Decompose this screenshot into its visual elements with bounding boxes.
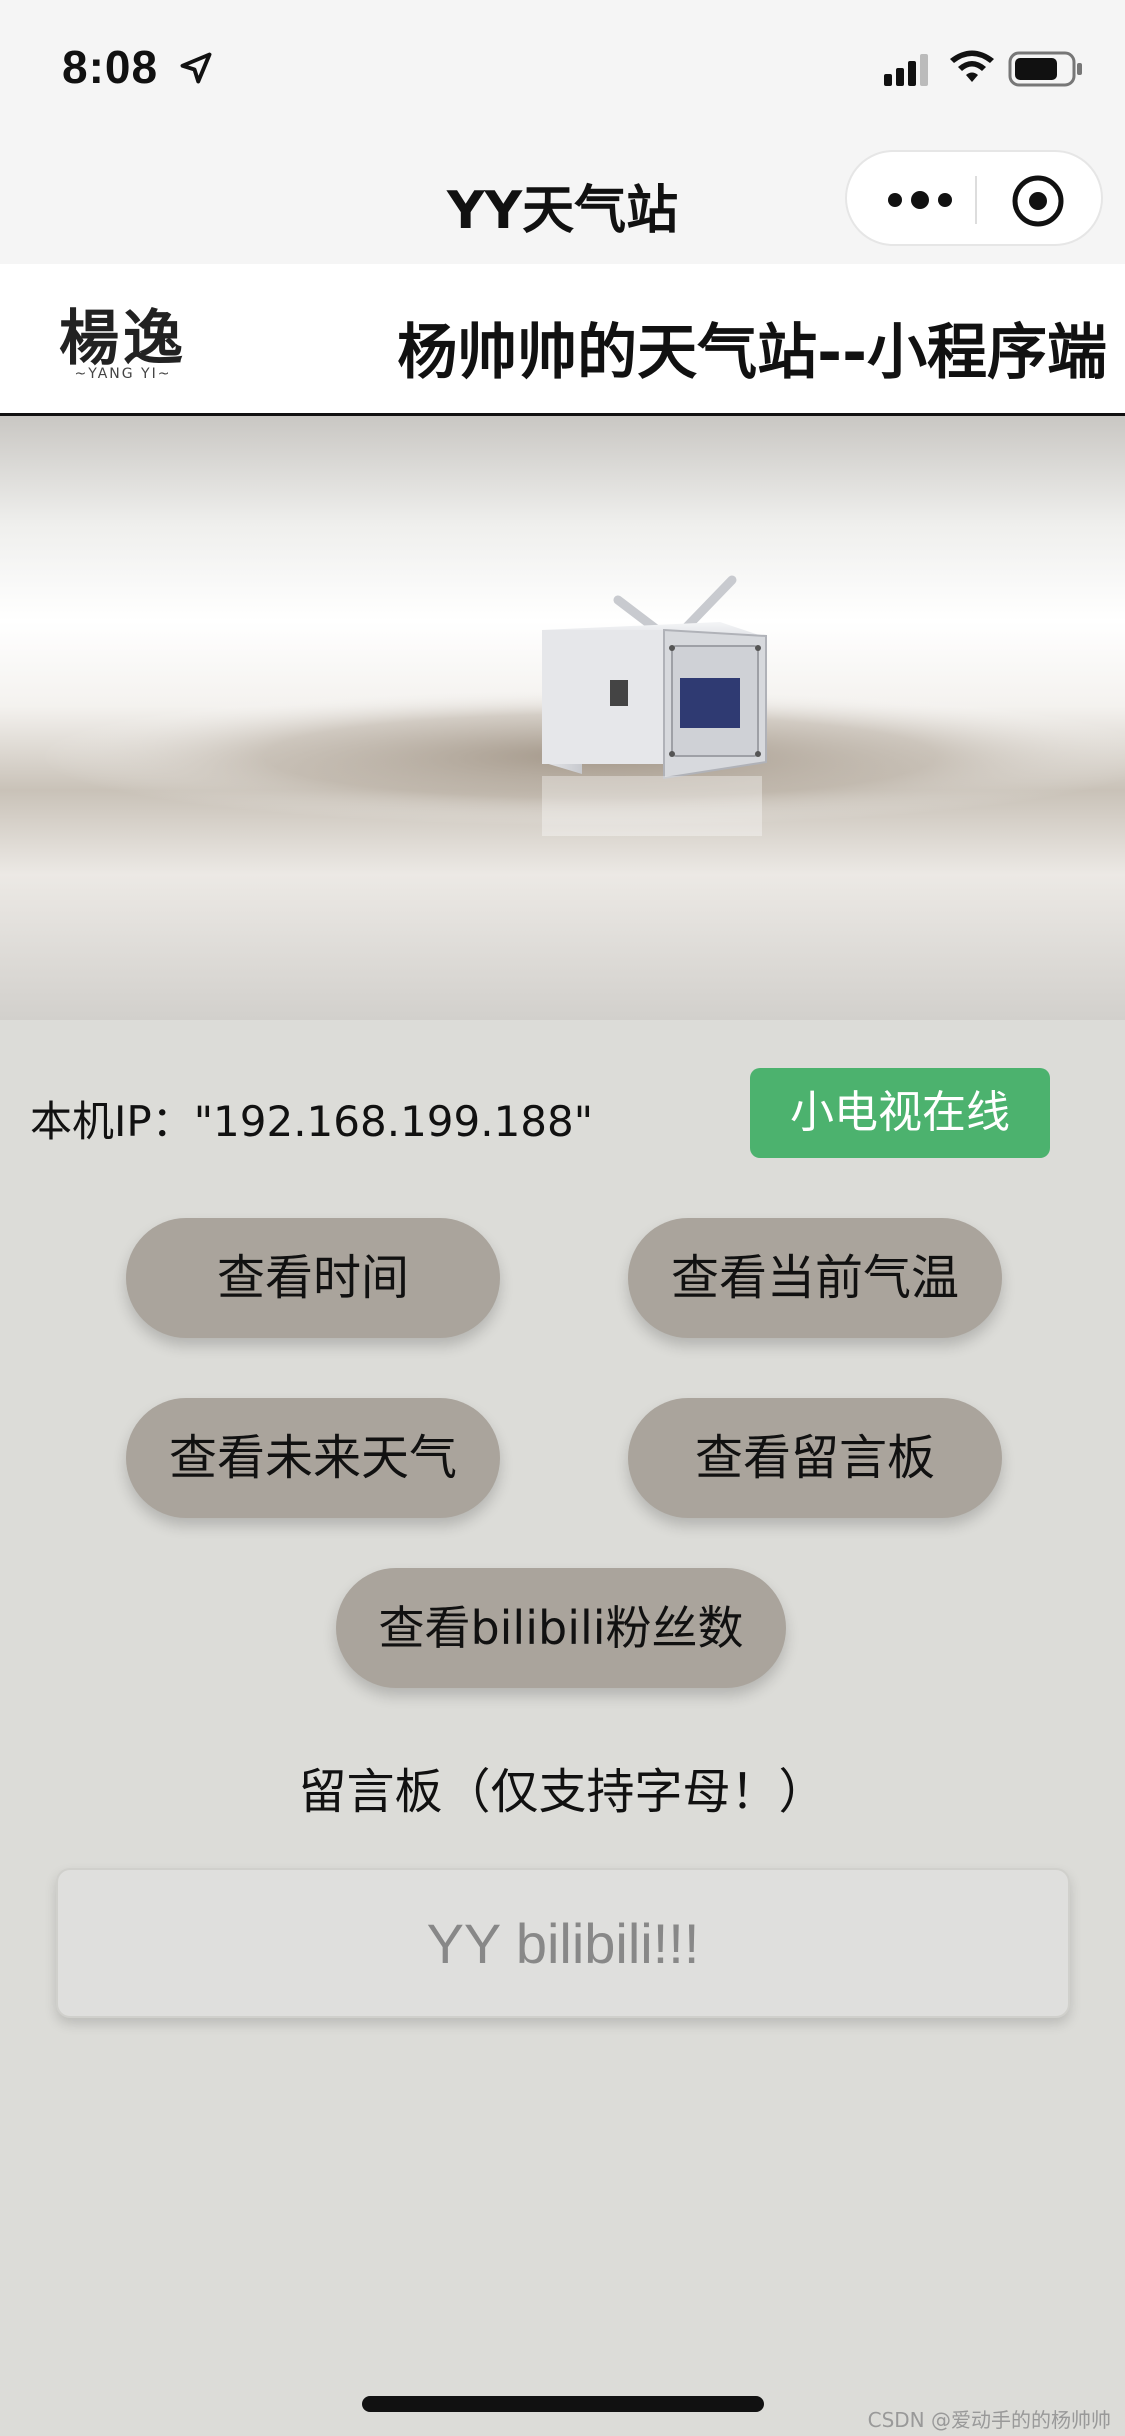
message-input[interactable] — [56, 1868, 1070, 2018]
view-time-button[interactable]: 查看时间 — [126, 1218, 500, 1338]
close-target-icon[interactable] — [1011, 174, 1065, 228]
capsule-divider — [975, 176, 977, 224]
logo-text: 楊逸 — [59, 304, 187, 374]
watermark: CSDN @爱动手的的杨帅帅 — [867, 2408, 1111, 2432]
nav-bar: YY天气站 — [0, 132, 1125, 264]
status-bar: 8:08 — [0, 0, 1125, 132]
battery-icon — [1008, 51, 1082, 87]
cellular-signal-icon — [884, 54, 928, 86]
view-bilibili-fans-button[interactable]: 查看bilibili粉丝数 — [336, 1568, 786, 1688]
online-status-badge: 小电视在线 — [750, 1068, 1050, 1158]
logo-subtext: ~YANG YI~ — [74, 366, 172, 382]
page-title: 杨帅帅的天气站--小程序端 — [397, 318, 1107, 388]
location-arrow-icon — [180, 52, 212, 84]
status-time: 8:08 — [62, 41, 159, 93]
view-message-board-button[interactable]: 查看留言板 — [628, 1398, 1002, 1518]
logo: 楊逸 ~YANG YI~ — [48, 284, 198, 396]
view-future-weather-button[interactable]: 查看未来天气 — [126, 1398, 500, 1518]
wifi-icon — [950, 50, 994, 82]
view-temperature-button[interactable]: 查看当前气温 — [628, 1218, 1002, 1338]
home-indicator[interactable] — [362, 2396, 764, 2412]
page-header: 楊逸 ~YANG YI~ 杨帅帅的天气站--小程序端 — [0, 264, 1125, 416]
capsule-menu — [845, 150, 1103, 246]
hero-image — [0, 416, 1125, 1020]
more-dots-icon[interactable] — [885, 182, 955, 218]
message-board-label: 留言板（仅支持字母！） — [298, 1764, 827, 1820]
tv-device-render — [40, 575, 1125, 836]
ip-address-label: 本机IP："192.168.199.188" — [30, 1097, 594, 1146]
